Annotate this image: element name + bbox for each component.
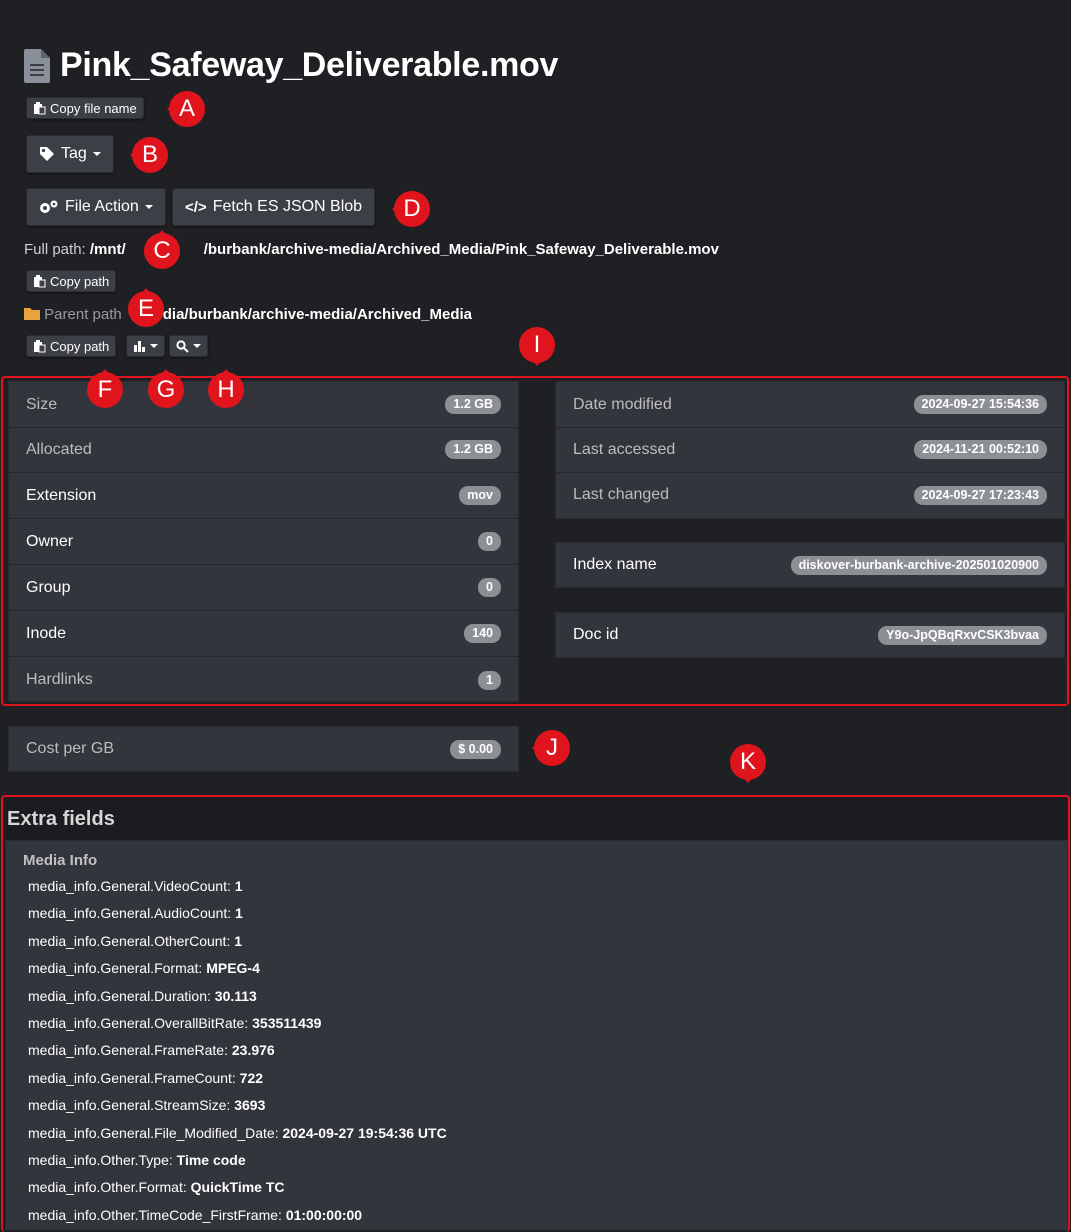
bar-chart-icon <box>134 341 145 352</box>
annotation-marker-c: C <box>140 229 184 273</box>
copy-parent-path-button[interactable]: Copy path <box>26 335 117 357</box>
clipboard-icon <box>34 339 46 352</box>
tag-dropdown-button[interactable]: Tag <box>26 135 114 173</box>
chevron-down-icon <box>150 344 158 348</box>
annotation-marker-g: G <box>144 368 188 412</box>
annotation-marker-b: B <box>128 133 172 177</box>
annotation-marker-f: F <box>83 368 127 412</box>
full-path: Full path: /mnt//burbank/archive-media/A… <box>24 241 719 258</box>
clipboard-icon <box>34 274 46 287</box>
folder-icon <box>24 308 40 320</box>
copy-file-name-button[interactable]: Copy file name <box>26 97 144 119</box>
annotation-marker-a: A <box>165 87 209 131</box>
chevron-down-icon <box>92 152 101 156</box>
annotation-marker-k: K <box>726 740 770 784</box>
copy-path-button[interactable]: Copy path <box>26 270 117 292</box>
chevron-down-icon <box>193 344 201 348</box>
page-title: Pink_Safeway_Deliverable.mov <box>24 46 558 85</box>
annotation-marker-d: D <box>390 187 434 231</box>
file-icon <box>24 48 50 83</box>
annotation-marker-j: J <box>530 726 574 770</box>
cost-panel: Cost per GB $ 0.00 <box>8 726 519 772</box>
chevron-down-icon <box>144 205 153 209</box>
cost-row: Cost per GB $ 0.00 <box>9 727 518 771</box>
gears-icon <box>40 200 58 213</box>
tag-icon <box>40 147 54 161</box>
file-action-dropdown-button[interactable]: File Action <box>26 188 166 226</box>
annotation-box-i <box>1 376 1069 706</box>
fetch-json-blob-button[interactable]: </> Fetch ES JSON Blob <box>172 188 376 226</box>
annotation-marker-i: I <box>515 323 559 367</box>
annotation-marker-e: E <box>124 287 168 331</box>
code-icon: </> <box>185 198 207 216</box>
analytics-dropdown-button[interactable] <box>126 335 165 357</box>
search-icon <box>176 339 189 353</box>
parent-path: Parent path t/media/burbank/archive-medi… <box>24 306 472 323</box>
file-name: Pink_Safeway_Deliverable.mov <box>60 46 559 84</box>
clipboard-icon <box>34 101 46 114</box>
annotation-box-k <box>1 795 1070 1232</box>
search-dropdown-button[interactable] <box>169 335 208 357</box>
annotation-marker-h: H <box>204 368 248 412</box>
